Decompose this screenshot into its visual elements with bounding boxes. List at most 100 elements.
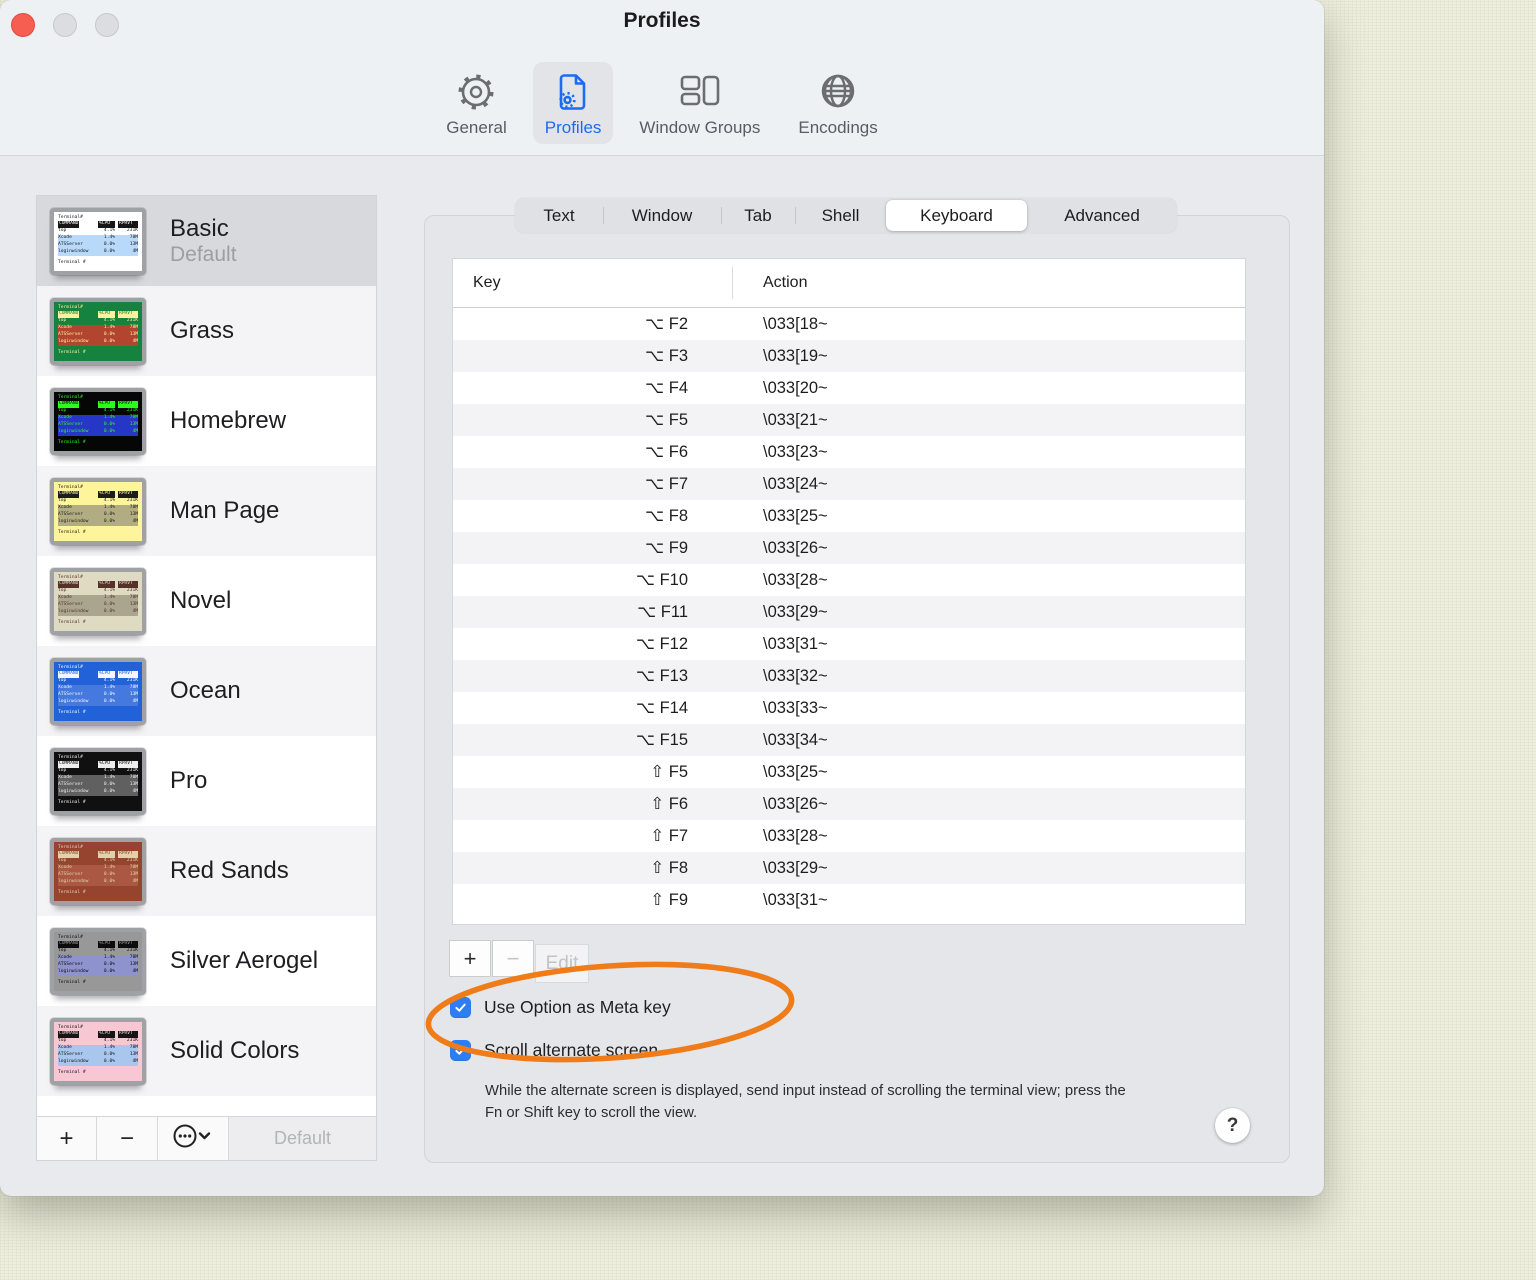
profile-labels: Basic Default (170, 215, 237, 268)
profile-thumbnail: Terminal# COMMAND %CPU RPRVT top 4.1% 231K Xcod… (50, 207, 146, 275)
key-mapping-row[interactable]: ⌥ F15 \033[34~ (453, 724, 1245, 756)
key-mapping-row[interactable]: ⌥ F13 \033[32~ (453, 660, 1245, 692)
profile-list-item-solid-colors[interactable]: Terminal# COMMAND %CPU RPRVT top 4.1% 231K Xcod… (37, 1006, 376, 1096)
profiles-sidebar: Terminal# COMMAND %CPU RPRVT top 4.1% 231K Xcod… (36, 195, 377, 1161)
profile-name: Grass (170, 317, 235, 345)
profile-list-item-basic[interactable]: Terminal# COMMAND %CPU RPRVT top 4.1% 231K Xcod… (37, 196, 376, 286)
settings-tab-bar: Text Window Tab Shell Keyboard Advanced (515, 198, 1177, 233)
column-header-key: Key (473, 274, 501, 291)
key-cell: ⇧ F9 (650, 891, 688, 909)
ellipsis-circle-icon (172, 1123, 214, 1154)
toolbar-item-general[interactable]: General (434, 62, 518, 144)
action-cell: \033[19~ (763, 346, 828, 365)
action-cell: \033[26~ (763, 538, 828, 557)
action-cell: \033[23~ (763, 442, 828, 461)
action-cell: \033[28~ (763, 570, 828, 589)
key-mapping-row[interactable]: ⌥ F2 \033[18~ (453, 308, 1245, 340)
action-cell: \033[32~ (763, 666, 828, 685)
key-mapping-row[interactable]: ⇧ F9 \033[31~ (453, 884, 1245, 916)
key-mapping-row[interactable]: ⇧ F6 \033[26~ (453, 788, 1245, 820)
checkbox-label: Use Option as Meta key (484, 997, 671, 1017)
add-key-button[interactable]: + (449, 940, 491, 977)
profile-thumbnail: Terminal# COMMAND %CPU RPRVT top 4.1% 231K Xcod… (50, 297, 146, 365)
profile-thumbnail: Terminal# COMMAND %CPU RPRVT top 4.1% 231K Xcod… (50, 837, 146, 905)
profile-name: Red Sands (170, 857, 289, 885)
key-cell: ⇧ F7 (650, 827, 688, 845)
profile-labels: Silver Aerogel (170, 947, 318, 975)
key-mapping-row[interactable]: ⇧ F5 \033[25~ (453, 756, 1245, 788)
edit-key-button[interactable]: Edit (535, 944, 589, 983)
toolbar-item-profiles[interactable]: Profiles (532, 62, 614, 144)
window-groups-icon (677, 69, 723, 115)
key-cell: ⌥ F14 (635, 699, 688, 717)
key-cell: ⇧ F6 (650, 795, 688, 813)
profile-list-item-silver-aerogel[interactable]: Terminal# COMMAND %CPU RPRVT top 4.1% 231K Xcod… (37, 916, 376, 1006)
key-cell: ⌥ F12 (635, 635, 688, 653)
action-cell: \033[29~ (763, 858, 828, 877)
action-cell: \033[21~ (763, 410, 828, 429)
action-cell: \033[29~ (763, 602, 828, 621)
key-mapping-row[interactable]: ⌥ F5 \033[21~ (453, 404, 1245, 436)
key-mapping-row[interactable]: ⌥ F11 \033[29~ (453, 596, 1245, 628)
add-profile-button[interactable]: + (37, 1117, 97, 1160)
set-default-button[interactable]: Default (229, 1117, 376, 1160)
profile-list-item-ocean[interactable]: Terminal# COMMAND %CPU RPRVT top 4.1% 231K Xcod… (37, 646, 376, 736)
profile-document-icon (550, 69, 596, 115)
key-cell: ⌥ F7 (645, 475, 688, 493)
key-mappings-table: Key Action ⌥ F2 \033[18~ ⌥ F3 \033[19~ ⌥… (452, 258, 1246, 925)
remove-profile-button[interactable]: − (97, 1117, 158, 1160)
key-mapping-row[interactable]: ⌥ F4 \033[20~ (453, 372, 1245, 404)
remove-key-button[interactable]: − (492, 940, 534, 977)
profile-list-item-man-page[interactable]: Terminal# COMMAND %CPU RPRVT top 4.1% 231K Xcod… (37, 466, 376, 556)
toolbar-item-encodings[interactable]: Encodings (786, 62, 889, 144)
key-cell: ⌥ F6 (645, 443, 688, 461)
key-mapping-row[interactable]: ⌥ F12 \033[31~ (453, 628, 1245, 660)
key-mapping-row[interactable]: ⌥ F7 \033[24~ (453, 468, 1245, 500)
profile-name: Ocean (170, 677, 241, 705)
key-mapping-row[interactable]: ⌥ F3 \033[19~ (453, 340, 1245, 372)
profile-thumbnail: Terminal# COMMAND %CPU RPRVT top 4.1% 231K Xcod… (50, 567, 146, 635)
action-cell: \033[20~ (763, 378, 828, 397)
checkbox-checked-icon[interactable] (450, 1040, 471, 1061)
key-cell: ⌥ F10 (635, 571, 688, 589)
profile-name: Basic (170, 214, 229, 242)
terminal-preferences-window: Profiles General Profiles Window Groups … (0, 0, 1324, 1196)
action-cell: \033[18~ (763, 314, 828, 333)
action-cell: \033[31~ (763, 890, 828, 909)
key-mapping-row[interactable]: ⌥ F14 \033[33~ (453, 692, 1245, 724)
tab-tab[interactable]: Tab (721, 198, 795, 233)
table-header: Key Action (453, 259, 1245, 308)
profile-name: Novel (170, 587, 232, 615)
help-button[interactable]: ? (1215, 1108, 1250, 1143)
checkbox-checked-icon[interactable] (450, 997, 471, 1018)
tab-window[interactable]: Window (603, 198, 721, 233)
profile-thumbnail: Terminal# COMMAND %CPU RPRVT top 4.1% 231K Xcod… (50, 657, 146, 725)
profile-list-item-pro[interactable]: Terminal# COMMAND %CPU RPRVT top 4.1% 231K Xcod… (37, 736, 376, 826)
profile-list-item-novel[interactable]: Terminal# COMMAND %CPU RPRVT top 4.1% 231K Xcod… (37, 556, 376, 646)
titlebar: Profiles General Profiles Window Groups … (0, 0, 1324, 156)
tab-advanced[interactable]: Advanced (1027, 198, 1177, 233)
key-mapping-row[interactable]: ⇧ F8 \033[29~ (453, 852, 1245, 884)
profile-list-item-red-sands[interactable]: Terminal# COMMAND %CPU RPRVT top 4.1% 231K Xcod… (37, 826, 376, 916)
action-cell: \033[25~ (763, 506, 828, 525)
key-mapping-row[interactable]: ⌥ F10 \033[28~ (453, 564, 1245, 596)
profile-actions-menu-button[interactable] (158, 1117, 229, 1160)
key-cell: ⇧ F5 (650, 763, 688, 781)
key-cell: ⌥ F13 (635, 667, 688, 685)
action-cell: \033[34~ (763, 730, 828, 749)
toolbar-item-window-groups[interactable]: Window Groups (627, 62, 772, 144)
tab-text[interactable]: Text (515, 198, 603, 233)
key-mapping-row[interactable]: ⌥ F9 \033[26~ (453, 532, 1245, 564)
tab-keyboard[interactable]: Keyboard (886, 200, 1027, 231)
profile-labels: Man Page (170, 497, 279, 525)
action-cell: \033[31~ (763, 634, 828, 653)
profile-list-item-homebrew[interactable]: Terminal# COMMAND %CPU RPRVT top 4.1% 231K Xcod… (37, 376, 376, 466)
tab-shell[interactable]: Shell (795, 198, 886, 233)
key-mapping-row[interactable]: ⌥ F8 \033[25~ (453, 500, 1245, 532)
key-cell: ⌥ F8 (645, 507, 688, 525)
key-mapping-row[interactable]: ⇧ F7 \033[28~ (453, 820, 1245, 852)
profile-list-item-grass[interactable]: Terminal# COMMAND %CPU RPRVT top 4.1% 231K Xcod… (37, 286, 376, 376)
key-cell: ⌥ F15 (635, 731, 688, 749)
key-mapping-row[interactable]: ⌥ F6 \033[23~ (453, 436, 1245, 468)
profile-thumbnail-screen: Terminal# COMMAND %CPU RPRVT top 4.1% 231K Xcod… (54, 661, 142, 721)
